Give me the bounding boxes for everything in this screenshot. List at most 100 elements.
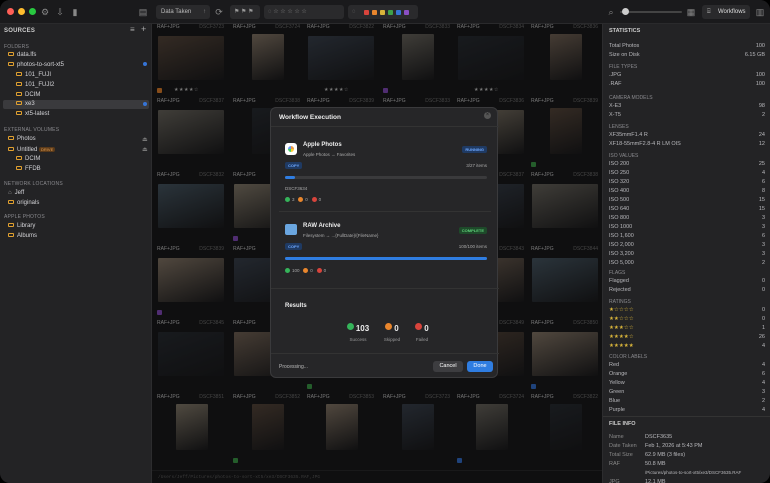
lens-row[interactable]: XF18-55mmF2.8-4 R LM OIS 12 xyxy=(609,140,765,148)
info-value: 50.8 MB xyxy=(645,461,666,467)
sidebar-item-label: photos-to-sort-xt5 xyxy=(17,62,65,68)
rating-filter[interactable]: ◌ ☆ ☆ ☆ ☆ ☆ xyxy=(264,5,344,19)
refresh-icon[interactable]: ⟳ xyxy=(214,7,224,17)
stat-value: 2 xyxy=(761,260,765,266)
sidebar-item-dcim[interactable]: DCIM xyxy=(16,91,40,100)
sidebar-toggle-icon[interactable]: ▤ xyxy=(138,7,148,17)
eject-icon[interactable]: ⏏ xyxy=(142,146,148,153)
sidebar-item-xe3[interactable]: xe3 xyxy=(16,100,35,109)
iso-row[interactable]: ISO 2,000 3 xyxy=(609,241,765,249)
rating-row[interactable]: ★★★☆☆ 1 xyxy=(609,324,765,332)
sidebar-item-101-fuji2[interactable]: 101_FUJI2 xyxy=(16,81,54,90)
color-filter[interactable]: ◌ xyxy=(348,5,418,19)
sort-direction-icon[interactable]: ↑ xyxy=(203,5,206,19)
sort-control[interactable]: Data Taken ↑ xyxy=(156,5,210,19)
iso-row[interactable]: ISO 400 8 xyxy=(609,187,765,195)
workflow-execution-dialog: Workflow Execution × Apple Photos Apple … xyxy=(270,107,499,378)
iso-row[interactable]: ISO 640 15 xyxy=(609,205,765,213)
flag-row[interactable]: Flagged 0 xyxy=(609,277,765,285)
sidebar-item-photos-to-sort[interactable]: photos-to-sort-xt5 xyxy=(8,61,64,70)
sidebar-item-albums[interactable]: Albums xyxy=(8,232,37,241)
search-icon[interactable]: ⌕ xyxy=(606,7,616,17)
iso-row[interactable]: ISO 3,200 3 xyxy=(609,250,765,258)
camera-row[interactable]: X-T5 2 xyxy=(609,111,765,119)
sidebar-item-ffdb[interactable]: FFDB xyxy=(16,165,41,174)
color-row[interactable]: Purple 4 xyxy=(609,406,765,414)
sidebar-item-photos[interactable]: Photos xyxy=(8,135,36,144)
cancel-button[interactable]: Cancel xyxy=(433,361,463,372)
folder-icon xyxy=(16,111,22,116)
job1-current-file: DSCF3634 xyxy=(285,186,308,191)
stat-value: 100 xyxy=(755,72,765,78)
file-info-row: Date Taken Feb 1, 2026 at 5:43 PM xyxy=(609,442,765,450)
iso-row[interactable]: ISO 500 15 xyxy=(609,196,765,204)
zoom-window-button[interactable] xyxy=(29,8,36,15)
stat-key: Orange xyxy=(609,371,628,377)
workflows-button[interactable]: ⌸ Workflows xyxy=(702,5,750,19)
stat-value: 6 xyxy=(761,371,765,377)
sidebar-item-xt5-latest[interactable]: xt5-latest xyxy=(16,110,49,119)
stat-value: 25 xyxy=(758,161,765,167)
statistics-panel: STATISTICS Total Photos 100 Size on Disk 6… xyxy=(602,24,770,483)
import-icon[interactable]: ⇩ xyxy=(55,7,65,17)
stat-value: 3 xyxy=(761,224,765,230)
rating-row[interactable]: ★★★★★ 4 xyxy=(609,342,765,350)
job2-counts: 100 0 0 xyxy=(285,268,327,274)
stat-key: ISO 800 xyxy=(609,215,630,221)
sidebar-item-jeff[interactable]: ⌂ Jeff xyxy=(8,189,24,198)
iso-row[interactable]: ISO 1,600 6 xyxy=(609,232,765,240)
flag-row[interactable]: Rejected 0 xyxy=(609,286,765,294)
iso-row[interactable]: ISO 800 3 xyxy=(609,214,765,222)
rating-row[interactable]: ★☆☆☆☆ 0 xyxy=(609,306,765,314)
job2-progress-bar xyxy=(285,257,487,260)
settings-icon[interactable]: ⚙ xyxy=(40,7,50,17)
rating-row[interactable]: ★★☆☆☆ 0 xyxy=(609,315,765,323)
camera-row[interactable]: X-E3 98 xyxy=(609,102,765,110)
fail-count: 0 xyxy=(323,268,327,273)
file-type-row[interactable]: .RAF 100 xyxy=(609,80,765,88)
close-icon[interactable]: × xyxy=(484,112,491,119)
color-row[interactable]: Blue 2 xyxy=(609,397,765,405)
file-types-header: FILE TYPES xyxy=(609,64,638,70)
minimize-window-button[interactable] xyxy=(18,8,25,15)
color-row[interactable]: Orange 6 xyxy=(609,370,765,378)
eject-icon[interactable]: ⏏ xyxy=(142,136,148,143)
ratings-header: RATINGS xyxy=(609,299,631,305)
iso-row[interactable]: ISO 5,000 2 xyxy=(609,259,765,267)
workflows-label: Workflows xyxy=(718,9,746,15)
trash-icon[interactable]: ▮ xyxy=(70,7,80,17)
lens-row[interactable]: XF35mmF1.4 R 24 xyxy=(609,131,765,139)
iso-row[interactable]: ISO 320 6 xyxy=(609,178,765,186)
iso-row[interactable]: ISO 1000 3 xyxy=(609,223,765,231)
iso-row[interactable]: ISO 200 25 xyxy=(609,160,765,168)
thumbnail-size-slider[interactable] xyxy=(620,8,682,15)
stat-value: 6 xyxy=(761,233,765,239)
sidebar-item-label: Albums xyxy=(17,233,38,239)
color-row[interactable]: Red 4 xyxy=(609,361,765,369)
inspector-toggle-icon[interactable]: ▥ xyxy=(755,7,765,17)
complete-badge: COMPLETE xyxy=(458,227,487,234)
flag-filter[interactable]: ⚑ ⚑ ⚑ xyxy=(230,5,260,19)
stat-value: 6 xyxy=(761,179,765,185)
sidebar-item-dcim-ext[interactable]: DCIM xyxy=(16,155,40,164)
sidebar-item-data-lfs[interactable]: data.lfs xyxy=(8,51,36,60)
iso-row[interactable]: ISO 250 4 xyxy=(609,169,765,177)
sources-header: SOURCES xyxy=(4,28,36,34)
color-row[interactable]: Yellow 4 xyxy=(609,379,765,387)
rating-row[interactable]: ★★★★☆ 26 xyxy=(609,333,765,341)
sidebar-item-untitled[interactable]: Untitled DRIVE xyxy=(8,145,56,154)
close-window-button[interactable] xyxy=(7,8,14,15)
done-button[interactable]: Done xyxy=(467,361,493,372)
add-source-icon[interactable]: + xyxy=(141,24,146,34)
color-row[interactable]: Green 3 xyxy=(609,388,765,396)
sidebar-menu-icon[interactable]: ≡ xyxy=(130,25,135,34)
sidebar-item-101-fuji[interactable]: 101_FUJI xyxy=(16,71,51,80)
info-key: Name xyxy=(609,434,624,440)
file-info-row: Name DSCF3635 xyxy=(609,433,765,441)
folder-icon xyxy=(8,52,14,57)
grid-view-icon[interactable]: ▦ xyxy=(686,7,696,17)
sidebar-item-library[interactable]: Library xyxy=(8,222,35,231)
stat-value: 100 xyxy=(755,43,765,49)
file-type-row[interactable]: .JPG 100 xyxy=(609,71,765,79)
sidebar-item-originals[interactable]: originals xyxy=(8,199,39,208)
